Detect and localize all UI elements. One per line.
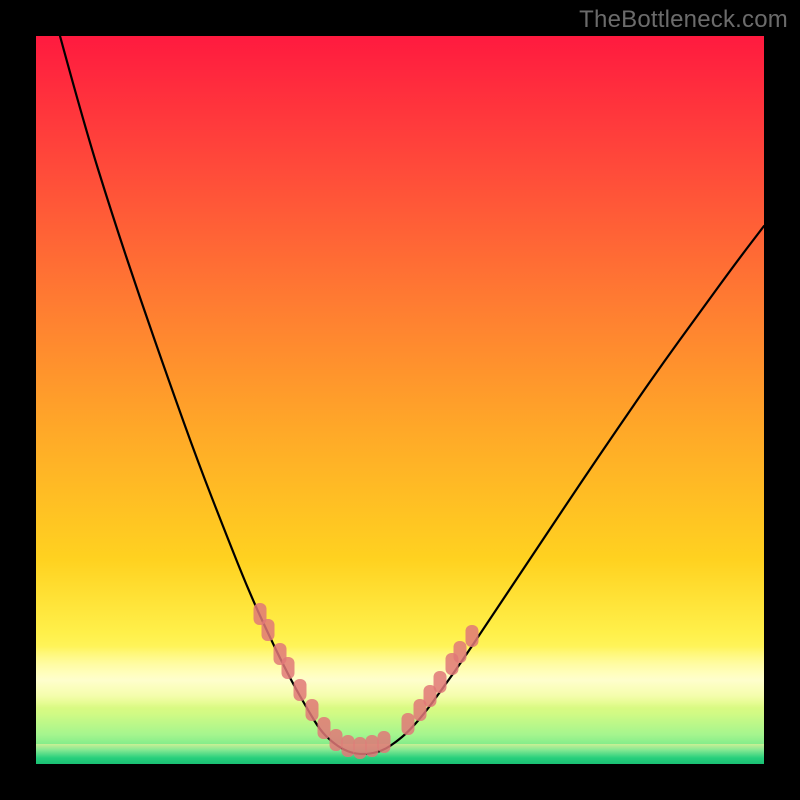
- plot-area: [36, 36, 764, 764]
- curve-marker: [434, 671, 447, 693]
- curve-marker: [342, 735, 355, 757]
- curve-marker: [402, 713, 415, 735]
- curve-markers: [254, 603, 479, 759]
- curve-marker: [330, 729, 343, 751]
- curve-marker: [282, 657, 295, 679]
- curve-marker: [262, 619, 275, 641]
- curve-marker: [378, 731, 391, 753]
- curve-marker: [294, 679, 307, 701]
- app-frame: TheBottleneck.com: [0, 0, 800, 800]
- chart-svg: [36, 36, 764, 764]
- curve-marker: [354, 737, 367, 759]
- bottleneck-curve: [60, 36, 764, 754]
- curve-marker: [366, 735, 379, 757]
- curve-marker: [318, 717, 331, 739]
- watermark-label: TheBottleneck.com: [579, 6, 788, 34]
- curve-marker: [466, 625, 479, 647]
- curve-marker: [454, 641, 467, 663]
- curve-marker: [306, 699, 319, 721]
